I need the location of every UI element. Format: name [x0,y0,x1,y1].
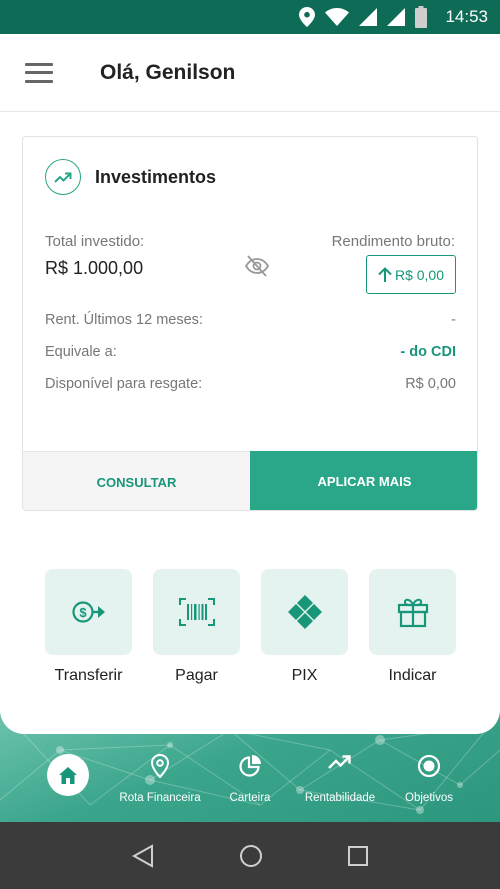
rendimento-label: Rendimento bruto: [331,233,455,250]
home-icon [47,754,89,796]
rendimento-value: R$ 0,00 [394,266,445,283]
row-value: - [451,312,456,328]
gift-icon [369,569,456,655]
nav-objetivos[interactable]: Objetivos [400,754,458,804]
nav-label: Rota Financeira [119,792,201,804]
action-label: Transferir [54,667,123,684]
row-value: R$ 0,00 [405,376,456,392]
action-label: Indicar [388,667,437,684]
pix-icon [261,569,348,655]
battery-icon [415,6,428,28]
info-row: Rent. Últimos 12 meses: - [45,312,456,328]
nav-label: Carteira [229,792,271,804]
location-icon [299,7,316,27]
action-label: Pagar [175,667,218,684]
action-pix[interactable]: PIX [261,569,348,685]
action-pagar[interactable]: Pagar [153,569,240,685]
trending-up-icon [45,159,81,195]
card-title: Investimentos [95,166,217,187]
nav-label: Objetivos [405,792,453,804]
row-value-cdi: - do CDI [400,344,456,360]
nav-label: Rentabilidade [304,792,376,804]
row-label: Disponível para resgate: [45,376,203,392]
aplicar-mais-button[interactable]: APLICAR MAIS [250,451,477,510]
pie-chart-icon [239,755,261,777]
system-navigation-bar [0,822,500,889]
nav-rota-financeira[interactable]: Rota Financeira [118,754,202,804]
signal-icon [359,8,378,26]
hamburger-menu-icon[interactable] [25,62,53,83]
status-time: 14:53 [445,7,488,26]
investments-card: Investimentos Total investido: R$ 1.000,… [22,136,478,511]
quick-actions: $ Transferir Pagar PIX Indicar [45,569,456,685]
svg-text:$: $ [79,605,87,620]
map-pin-icon [151,754,169,778]
action-transferir[interactable]: $ Transferir [45,569,132,685]
home-circle-icon[interactable] [239,844,263,868]
barcode-icon [153,569,240,655]
app-header: Olá, Genilson [0,34,500,112]
target-icon [417,754,441,778]
action-label: PIX [291,667,318,684]
info-row: Equivale a: - do CDI [45,344,456,360]
total-invested-value: R$ 1.000,00 [45,258,144,278]
rendimento-badge: R$ 0,00 [366,255,456,294]
transfer-money-icon: $ [45,569,132,655]
total-invested-label: Total investido: [45,233,145,250]
arrow-up-icon [378,267,392,282]
consultar-button[interactable]: CONSULTAR [23,451,250,510]
row-label: Equivale a: [45,344,117,360]
info-row: Disponível para resgate: R$ 0,00 [45,376,456,392]
action-indicar[interactable]: Indicar [369,569,456,685]
status-bar: 14:53 [0,0,500,34]
content-sheet-edge [0,690,500,734]
nav-rentabilidade[interactable]: Rentabilidade [302,754,378,804]
signal-icon [387,8,406,26]
greeting-title: Olá, Genilson [100,60,236,84]
wifi-icon [325,8,350,26]
card-header: Investimentos [45,159,216,195]
trending-up-icon [328,755,351,769]
recents-icon[interactable] [347,845,368,866]
row-label: Rent. Últimos 12 meses: [45,312,203,328]
back-icon[interactable] [132,843,154,868]
eye-off-icon[interactable] [244,255,270,282]
nav-carteira[interactable]: Carteira [223,754,277,804]
nav-home[interactable] [47,734,89,796]
